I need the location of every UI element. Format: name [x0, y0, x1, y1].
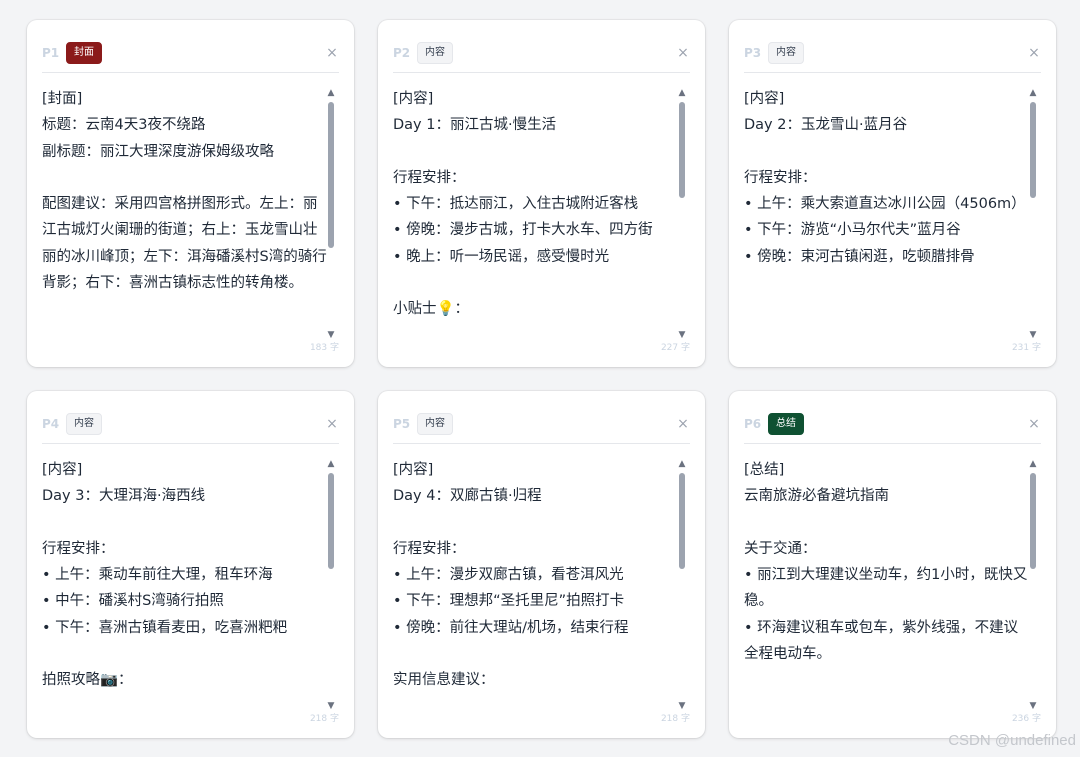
card-textarea[interactable]: [内容] Day 1：丽江古城·慢生活 行程安排： • 下午：抵达丽江，入住古城…: [393, 86, 679, 324]
character-count: 227 字: [660, 343, 690, 353]
vertical-scrollbar[interactable]: ▲ ▼: [326, 88, 336, 340]
card-content-text[interactable]: [总结] 云南旅游必备避坑指南 关于交通： • 丽江到大理建议坐动车，约1小时，…: [744, 457, 1030, 667]
close-icon[interactable]: ×: [1027, 416, 1041, 432]
card-header: P2 内容 ×: [393, 34, 690, 73]
card-content-text[interactable]: [内容] Day 1：丽江古城·慢生活 行程安排： • 下午：抵达丽江，入住古城…: [393, 86, 679, 323]
card-textarea[interactable]: [内容] Day 3：大理洱海·海西线 行程安排： • 上午：乘动车前往大理，租…: [42, 457, 328, 695]
close-icon[interactable]: ×: [676, 45, 690, 61]
scroll-down-arrow-icon[interactable]: ▼: [1028, 330, 1038, 340]
page-number: P2: [393, 46, 411, 60]
page-number: P5: [393, 417, 411, 431]
page-card-p1[interactable]: P1 封面 × [封面] 标题：云南4天3夜不绕路 副标题：丽江大理深度游保姆级…: [27, 20, 354, 367]
card-textarea[interactable]: [封面] 标题：云南4天3夜不绕路 副标题：丽江大理深度游保姆级攻略 配图建议：…: [42, 86, 328, 324]
scrollbar-thumb[interactable]: [328, 473, 334, 569]
scroll-up-arrow-icon[interactable]: ▲: [1028, 459, 1038, 469]
card-textarea[interactable]: [总结] 云南旅游必备避坑指南 关于交通： • 丽江到大理建议坐动车，约1小时，…: [744, 457, 1030, 695]
page-card-p3[interactable]: P3 内容 × [内容] Day 2：玉龙雪山·蓝月谷 行程安排： • 上午：乘…: [729, 20, 1056, 367]
character-count: 236 字: [1011, 714, 1041, 724]
scroll-down-arrow-icon[interactable]: ▼: [677, 330, 687, 340]
character-count: 218 字: [660, 714, 690, 724]
card-header: P1 封面 ×: [42, 34, 339, 73]
scroll-up-arrow-icon[interactable]: ▲: [677, 88, 687, 98]
type-badge-content: 内容: [768, 42, 804, 64]
scroll-up-arrow-icon[interactable]: ▲: [1028, 88, 1038, 98]
page-number: P3: [744, 46, 762, 60]
scrollbar-thumb[interactable]: [1030, 473, 1036, 569]
scroll-down-arrow-icon[interactable]: ▼: [677, 701, 687, 711]
card-content-text[interactable]: [内容] Day 4：双廊古镇·归程 行程安排： • 上午：漫步双廊古镇，看苍洱…: [393, 457, 679, 694]
vertical-scrollbar[interactable]: ▲ ▼: [1028, 88, 1038, 340]
character-count: 218 字: [309, 714, 339, 724]
vertical-scrollbar[interactable]: ▲ ▼: [1028, 459, 1038, 711]
card-header: P4 内容 ×: [42, 405, 339, 444]
scrollbar-thumb[interactable]: [1030, 102, 1036, 198]
scrollbar-thumb[interactable]: [679, 102, 685, 198]
scroll-up-arrow-icon[interactable]: ▲: [326, 88, 336, 98]
page-number: P6: [744, 417, 762, 431]
card-textarea[interactable]: [内容] Day 2：玉龙雪山·蓝月谷 行程安排： • 上午：乘大索道直达冰川公…: [744, 86, 1030, 324]
card-header: P6 总结 ×: [744, 405, 1041, 444]
scroll-up-arrow-icon[interactable]: ▲: [677, 459, 687, 469]
type-badge-content: 内容: [417, 42, 453, 64]
scroll-down-arrow-icon[interactable]: ▼: [1028, 701, 1038, 711]
scroll-down-arrow-icon[interactable]: ▼: [326, 701, 336, 711]
close-icon[interactable]: ×: [325, 45, 339, 61]
page-card-p5[interactable]: P5 内容 × [内容] Day 4：双廊古镇·归程 行程安排： • 上午：漫步…: [378, 391, 705, 738]
character-count: 231 字: [1011, 343, 1041, 353]
card-content-text[interactable]: [内容] Day 3：大理洱海·海西线 行程安排： • 上午：乘动车前往大理，租…: [42, 457, 328, 694]
vertical-scrollbar[interactable]: ▲ ▼: [677, 88, 687, 340]
close-icon[interactable]: ×: [1027, 45, 1041, 61]
scroll-down-arrow-icon[interactable]: ▼: [326, 330, 336, 340]
card-textarea[interactable]: [内容] Day 4：双廊古镇·归程 行程安排： • 上午：漫步双廊古镇，看苍洱…: [393, 457, 679, 695]
page-number: P1: [42, 46, 60, 60]
scroll-up-arrow-icon[interactable]: ▲: [326, 459, 336, 469]
csdn-watermark: CSDN @undefined: [948, 732, 1076, 749]
scrollbar-thumb[interactable]: [679, 473, 685, 569]
card-content-text[interactable]: [封面] 标题：云南4天3夜不绕路 副标题：丽江大理深度游保姆级攻略 配图建议：…: [42, 86, 328, 296]
page-card-p6[interactable]: P6 总结 × [总结] 云南旅游必备避坑指南 关于交通： • 丽江到大理建议坐…: [729, 391, 1056, 738]
vertical-scrollbar[interactable]: ▲ ▼: [677, 459, 687, 711]
type-badge-content: 内容: [66, 413, 102, 435]
vertical-scrollbar[interactable]: ▲ ▼: [326, 459, 336, 711]
page-card-p2[interactable]: P2 内容 × [内容] Day 1：丽江古城·慢生活 行程安排： • 下午：抵…: [378, 20, 705, 367]
type-badge-content: 内容: [417, 413, 453, 435]
page-cards-grid: P1 封面 × [封面] 标题：云南4天3夜不绕路 副标题：丽江大理深度游保姆级…: [27, 20, 1056, 738]
close-icon[interactable]: ×: [325, 416, 339, 432]
type-badge-summary: 总结: [768, 413, 804, 435]
card-content-text[interactable]: [内容] Day 2：玉龙雪山·蓝月谷 行程安排： • 上午：乘大索道直达冰川公…: [744, 86, 1030, 270]
character-count: 183 字: [309, 343, 339, 353]
page-number: P4: [42, 417, 60, 431]
page-card-p4[interactable]: P4 内容 × [内容] Day 3：大理洱海·海西线 行程安排： • 上午：乘…: [27, 391, 354, 738]
close-icon[interactable]: ×: [676, 416, 690, 432]
type-badge-cover: 封面: [66, 42, 102, 64]
card-header: P3 内容 ×: [744, 34, 1041, 73]
card-header: P5 内容 ×: [393, 405, 690, 444]
scrollbar-thumb[interactable]: [328, 102, 334, 248]
